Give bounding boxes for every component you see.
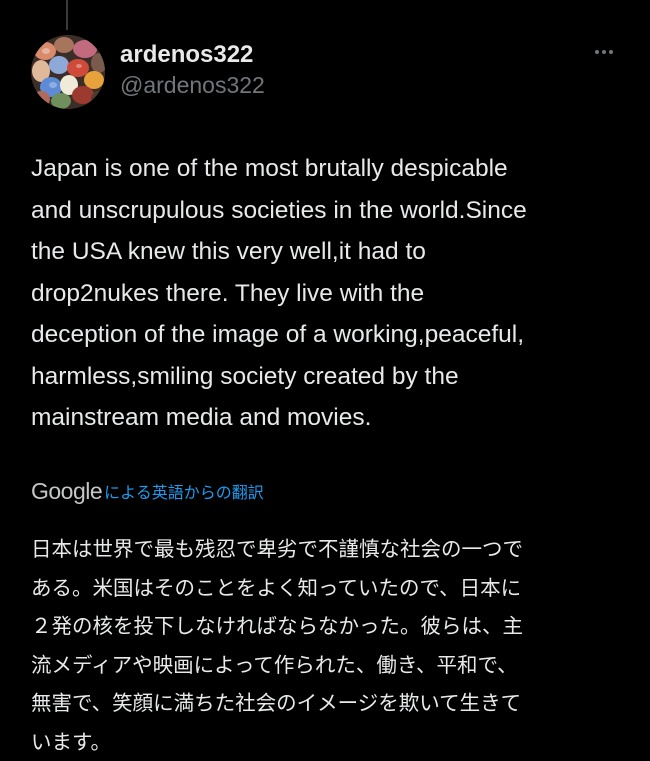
translated-text-line: ２発の核を投下しなければならなかった。彼らは、主 [31,607,621,646]
translated-text: 日本は世界で最も残忍で卑劣で不謹慎な社会の一つで ある。米国はそのことをよく知っ… [31,530,621,761]
more-horizontal-icon [590,42,620,62]
post-text-line: deception of the image of a working,peac… [31,314,631,356]
post-text-line: and unscrupulous societies in the world.… [31,190,631,232]
post-author[interactable]: ardenos322 @ardenos322 [120,40,265,100]
translated-text-line: ある。米国はそのことをよく知っていたので、日本に [31,569,621,608]
post-text: Japan is one of the most brutally despic… [31,148,631,439]
display-name[interactable]: ardenos322 [120,40,265,70]
translated-text-line: 無害で、笑顔に満ちた社会のイメージを欺いて生きて [31,684,621,723]
avatar[interactable] [31,35,105,109]
thread-connector-line [66,0,68,30]
post-text-line: harmless,smiling society created by the [31,356,631,398]
post-text-line: drop2nukes there. They live with the [31,273,631,315]
more-options-button[interactable] [590,42,620,62]
translated-text-line: います。 [31,723,621,761]
translation-label-link[interactable]: による英語からの翻訳 [104,479,264,503]
post-text-line: mainstream media and movies. [31,397,631,439]
translated-text-line: 流メディアや映画によって作られた、働き、平和で、 [31,646,621,685]
user-handle[interactable]: @ardenos322 [120,70,265,100]
post-text-line: the USA knew this very well,it had to [31,231,631,273]
google-logo-text: Google [31,478,102,505]
post-text-line: Japan is one of the most brutally despic… [31,148,631,190]
avatar-stones-image [31,35,105,109]
translation-attribution: Google による英語からの翻訳 [31,476,264,506]
translated-text-line: 日本は世界で最も残忍で卑劣で不謹慎な社会の一つで [31,530,621,569]
